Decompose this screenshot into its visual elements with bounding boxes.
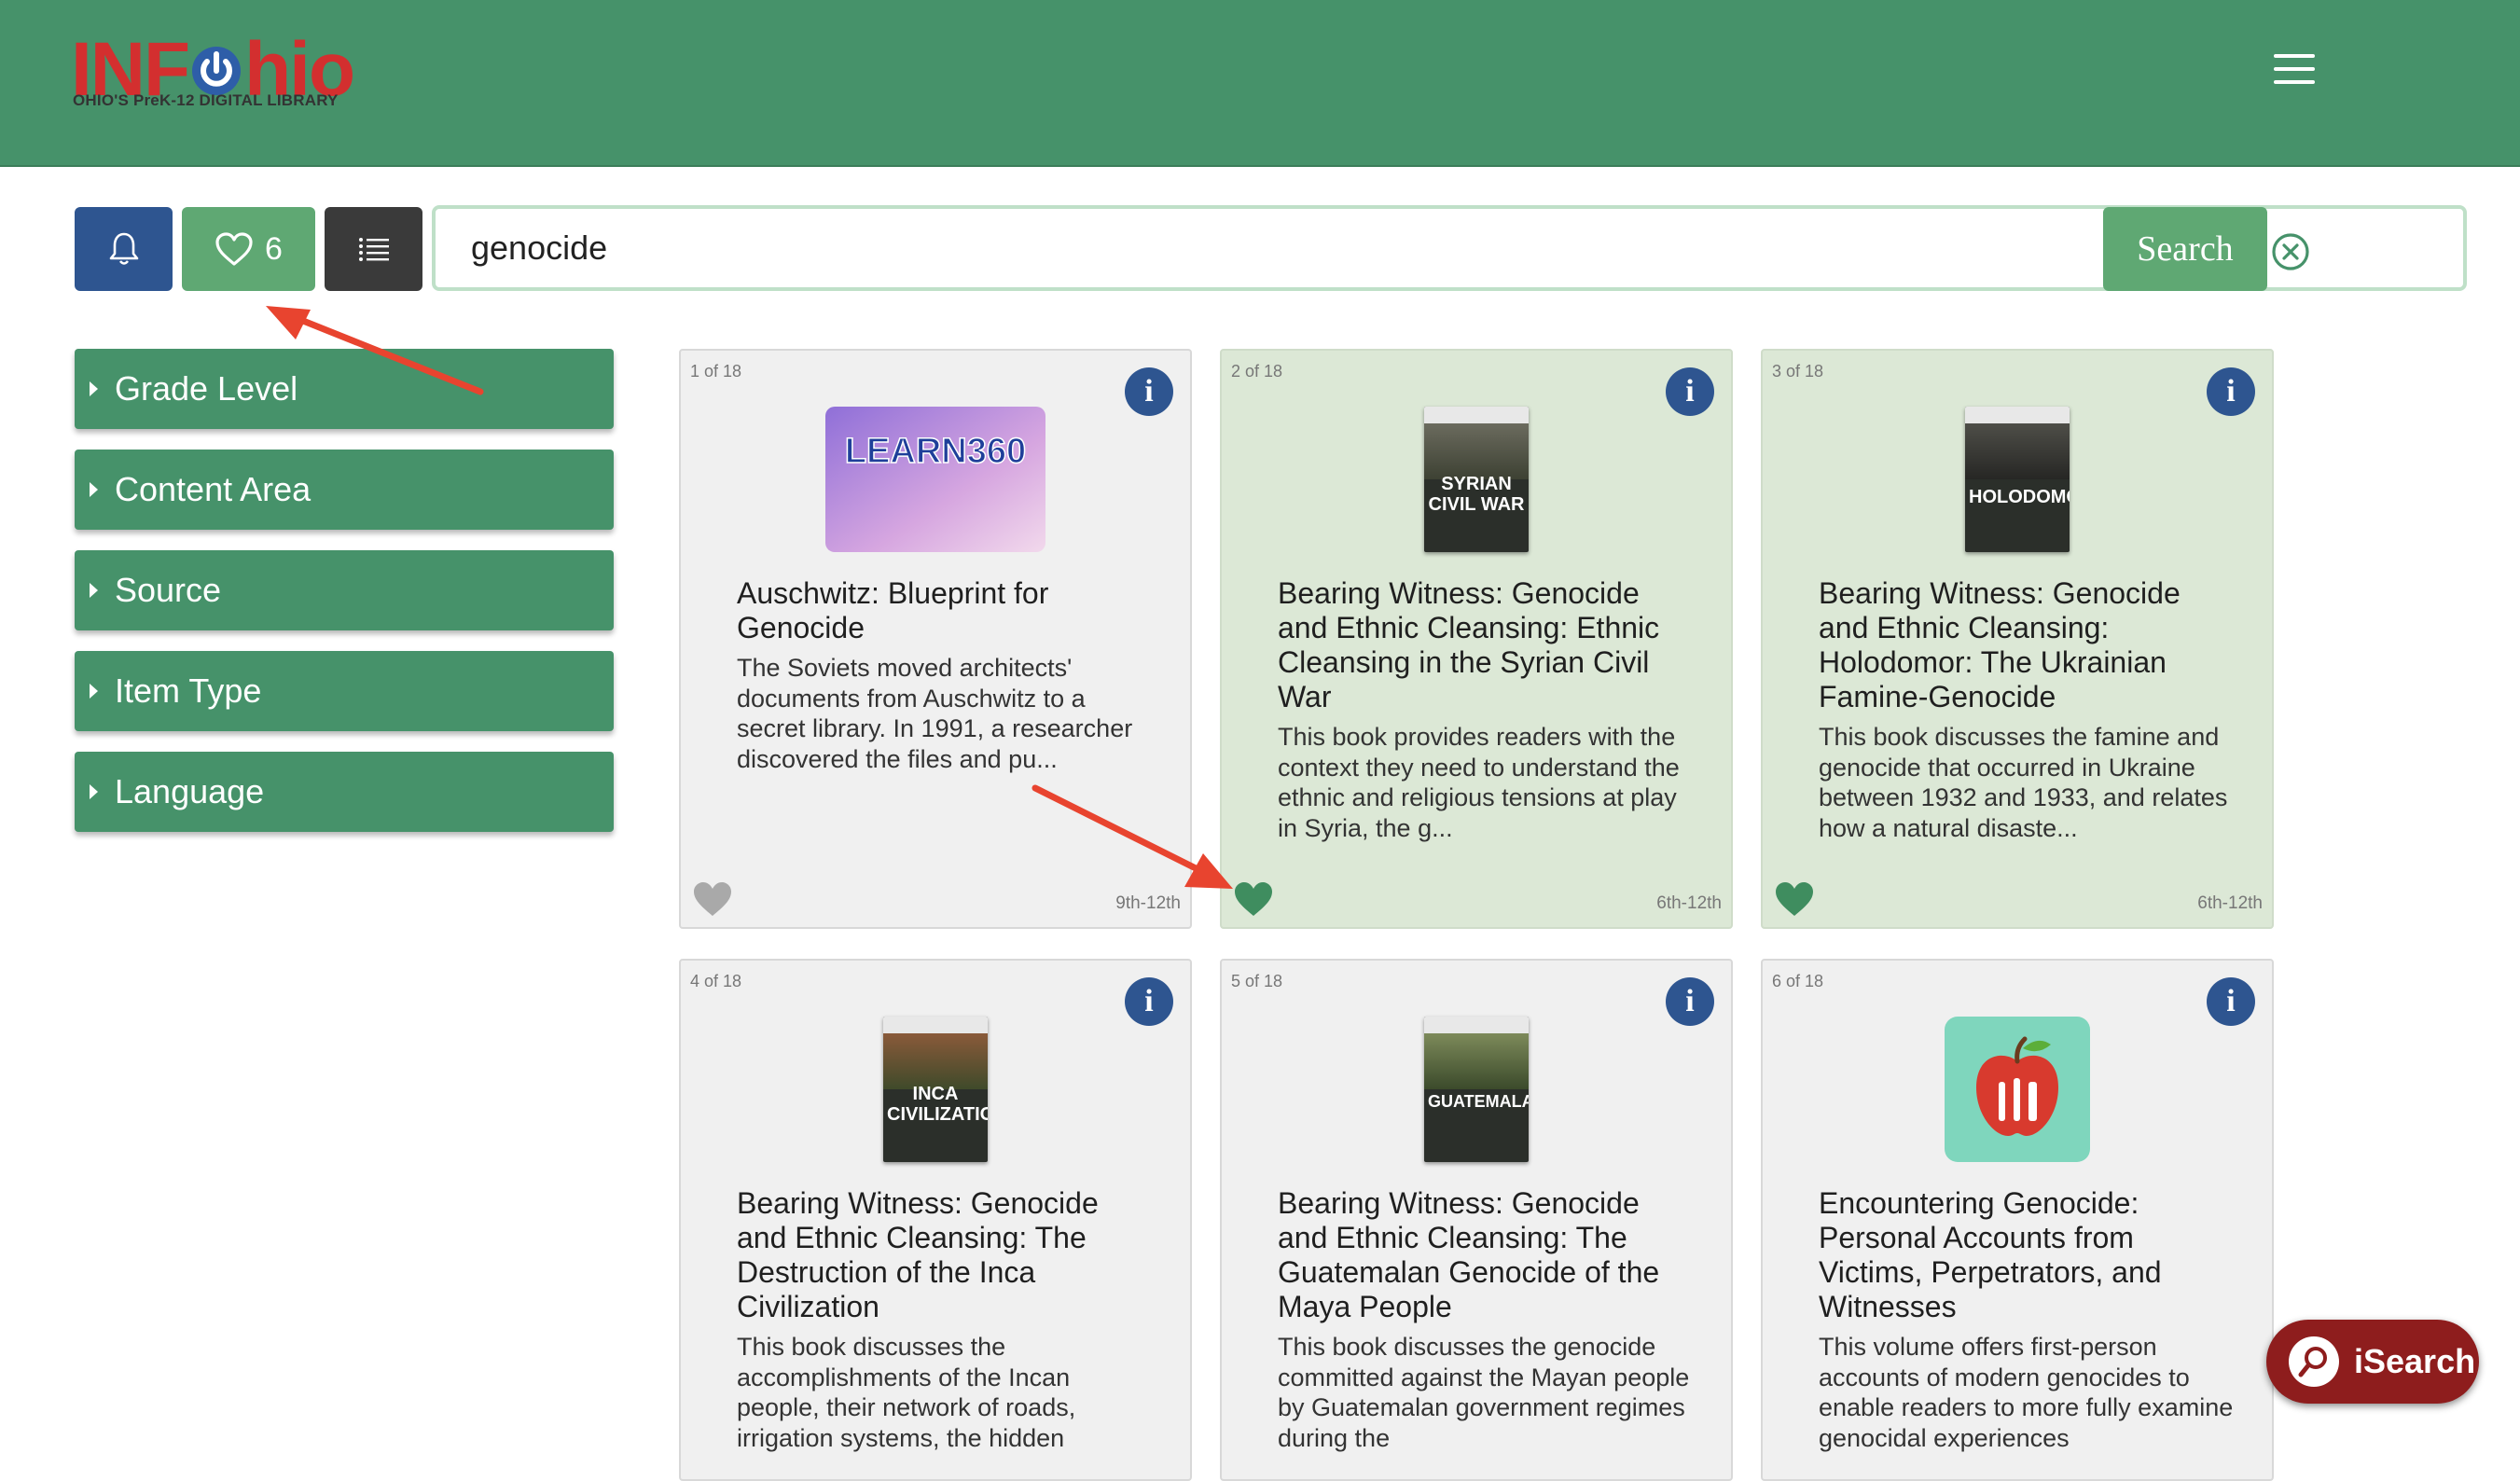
result-position: 2 of 18 [1231,362,1283,381]
book-cover: GUATEMALAN [1424,1017,1529,1162]
caret-right-icon [90,482,98,497]
result-card[interactable]: 1 of 18 i LEARN360 Auschwitz: Blueprint … [679,349,1192,929]
result-description: This book discusses the genocide committ… [1278,1333,1690,1452]
result-card[interactable]: 5 of 18 i GUATEMALAN Bearing Witness: Ge… [1220,959,1733,1481]
favorite-heart-icon[interactable] [692,880,733,918]
filter-item-type[interactable]: Item Type [75,651,614,731]
thumbnail[interactable]: INCA CIVILIZATION [681,1017,1190,1162]
result-position: 3 of 18 [1772,362,1824,381]
result-card[interactable]: 4 of 18 i INCA CIVILIZATION Bearing Witn… [679,959,1192,1481]
result-card[interactable]: 6 of 18 i Encountering Genocide: Persona… [1761,959,2274,1481]
list-icon [358,238,389,261]
clear-search-icon[interactable] [2271,232,2310,271]
result-title[interactable]: Bearing Witness: Genocide and Ethnic Cle… [1819,576,2220,714]
result-card[interactable]: 2 of 18 i SYRIAN CIVIL WAR Bearing Witne… [1220,349,1733,929]
notifications-button[interactable] [75,207,173,291]
result-title[interactable]: Auschwitz: Blueprint for Genocide [737,576,1138,645]
apple-tools-thumbnail [1945,1017,2090,1162]
isearch-widget-button[interactable]: iSearch [2266,1320,2479,1404]
caret-right-icon [90,784,98,799]
favorites-count: 6 [265,230,283,267]
result-description: The Soviets moved architects' documents … [737,654,1133,773]
favorite-heart-icon[interactable] [1774,880,1815,918]
caret-right-icon [90,381,98,396]
result-description: This book discusses the accomplishments … [737,1333,1076,1452]
result-title[interactable]: Bearing Witness: Genocide and Ethnic Cle… [1278,1186,1679,1324]
learn360-thumbnail: LEARN360 [825,407,1045,552]
favorite-heart-icon[interactable] [1233,880,1274,918]
thumbnail[interactable]: GUATEMALAN [1222,1017,1731,1162]
result-card[interactable]: 3 of 18 i HOLODOMOR Bearing Witness: Gen… [1761,349,2274,929]
isearch-logo-icon [2298,1347,2327,1377]
result-description: This volume offers first-person accounts… [1819,1333,2234,1452]
result-position: 6 of 18 [1772,972,1824,990]
grade-range: 9th-12th [1115,893,1181,913]
filter-content-area[interactable]: Content Area [75,450,614,530]
filter-language[interactable]: Language [75,752,614,832]
infohio-logo[interactable]: INF hio OHIO'S PreK-12 DIGITAL LIBRARY [71,32,369,116]
book-cover: INCA CIVILIZATION [883,1017,988,1162]
svg-text:LEARN360: LEARN360 [845,432,1026,471]
search-button[interactable]: Search [2103,207,2267,291]
caret-right-icon [90,583,98,598]
thumbnail[interactable]: HOLODOMOR [1763,407,2272,552]
thumbnail[interactable] [1763,1017,2272,1162]
result-description: This book discusses the famine and genoc… [1819,723,2228,842]
result-title[interactable]: Bearing Witness: Genocide and Ethnic Cle… [1278,576,1679,714]
list-view-button[interactable] [325,207,422,291]
grade-range: 6th-12th [2197,893,2263,913]
book-cover: SYRIAN CIVIL WAR [1424,407,1529,552]
result-title[interactable]: Encountering Genocide: Personal Accounts… [1819,1186,2220,1324]
result-position: 4 of 18 [690,972,742,990]
book-cover: HOLODOMOR [1965,407,2070,552]
menu-hamburger-icon[interactable] [2274,54,2315,90]
thumbnail[interactable]: LEARN360 [681,407,1190,552]
filter-source[interactable]: Source [75,550,614,630]
grade-range: 6th-12th [1656,893,1722,913]
favorites-button[interactable]: 6 [182,207,315,291]
site-header: INF hio OHIO'S PreK-12 DIGITAL LIBRARY [0,0,2520,167]
heart-outline-icon [215,232,253,266]
result-position: 1 of 18 [690,362,742,381]
thumbnail[interactable]: SYRIAN CIVIL WAR [1222,407,1731,552]
result-position: 5 of 18 [1231,972,1283,990]
result-description: This book provides readers with the cont… [1278,723,1680,842]
filter-grade-level[interactable]: Grade Level [75,349,614,429]
logo-tagline: OHIO'S PreK-12 DIGITAL LIBRARY [73,91,339,109]
caret-right-icon [90,684,98,699]
result-title[interactable]: Bearing Witness: Genocide and Ethnic Cle… [737,1186,1138,1324]
power-icon [192,47,242,95]
bell-icon [109,232,138,265]
